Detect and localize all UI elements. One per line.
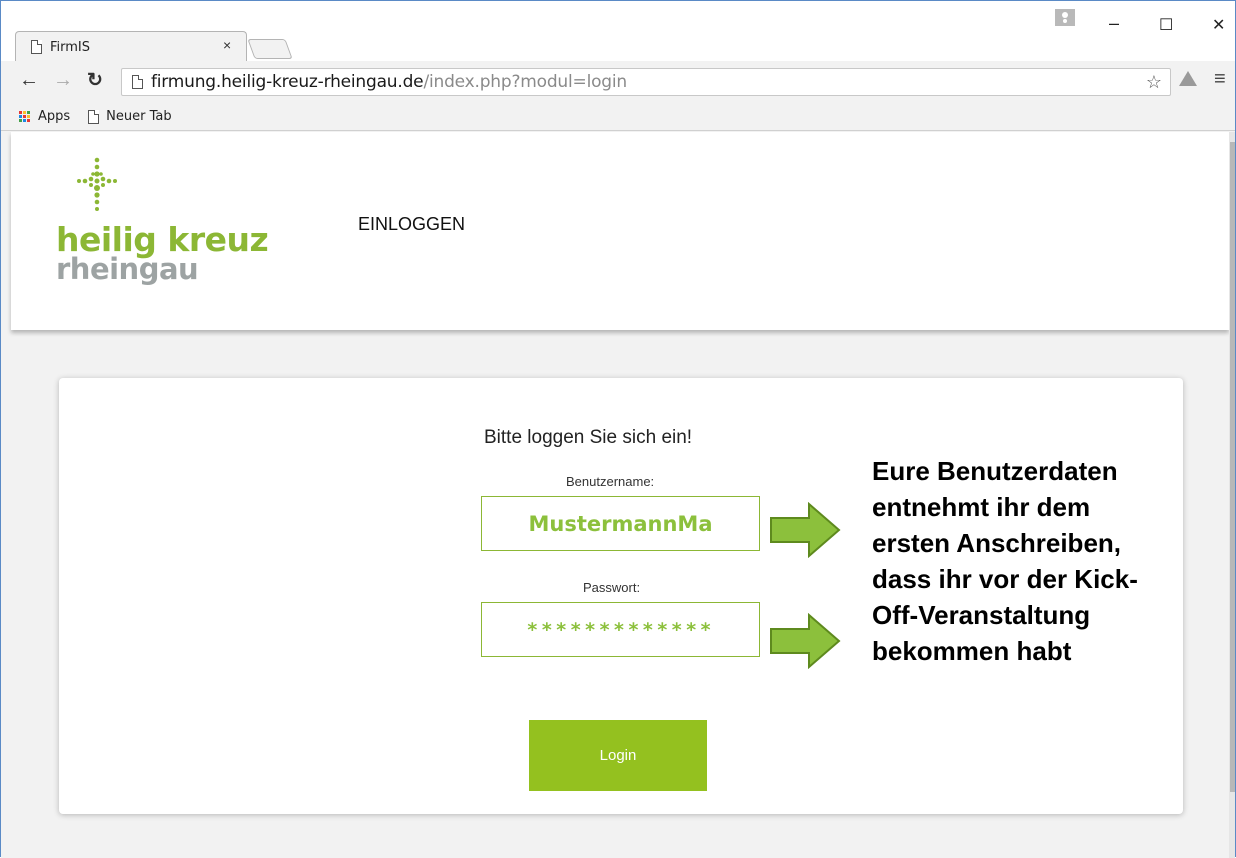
page-icon [31,40,42,54]
apps-grid-icon[interactable] [19,110,31,123]
login-button[interactable]: Login [529,720,707,791]
bookmarks-bar: Apps Neuer Tab [1,103,1235,131]
menu-icon[interactable]: ≡ [1214,68,1226,91]
url-text: firmung.heilig-kreuz-rheingau.de/index.p… [151,72,627,92]
password-label: Passwort: [583,580,641,595]
close-window-button[interactable]: ✕ [1212,15,1225,35]
bookmark-star-icon[interactable]: ☆ [1146,72,1162,93]
page-icon [88,109,100,124]
tab-content: FirmIS [17,36,247,58]
apps-grid-dot [23,114,26,118]
tab-title: FirmIS [50,39,91,55]
apps-grid-dot [27,110,30,114]
apps-grid-dot [23,110,26,114]
reload-icon[interactable]: ↻ [87,69,103,92]
apps-grid-dot [27,114,30,118]
apps-grid-dot [19,110,22,114]
scrollbar-thumb[interactable] [1230,142,1235,792]
tab-strip: FirmIS × – ☐ ✕ [1,1,1235,61]
bookmark-neuer-tab[interactable]: Neuer Tab [106,109,171,124]
profile-icon[interactable] [1055,9,1075,26]
browser-toolbar: ← → ↻ firmung.heilig-kreuz-rheingau.de/i… [1,61,1235,103]
cross-logo-icon [77,157,117,211]
address-bar[interactable]: firmung.heilig-kreuz-rheingau.de/index.p… [121,68,1171,96]
username-label: Benutzername: [566,474,655,489]
nav-item-einloggen[interactable]: EINLOGGEN [358,214,465,235]
password-field[interactable]: ************* [481,602,760,657]
minimize-button[interactable]: – [1109,13,1119,34]
site-header: heilig kreuz rheingau EINLOGGEN [11,132,1229,330]
logo-text-line2: rheingau [56,252,199,286]
password-value: ************* [526,618,715,641]
new-tab-button[interactable] [247,39,293,59]
annotation-callout: Eure Benutzerdaten entnehmt ihr dem erst… [872,456,1138,666]
back-icon[interactable]: ← [19,69,39,92]
login-heading: Bitte loggen Sie sich ein! [484,427,693,448]
apps-grid-dot [27,119,30,123]
apps-grid-dot [23,119,26,123]
url-path: /index.php?modul=login [423,72,627,92]
url-host: firmung.heilig-kreuz-rheingau.de [151,72,424,92]
apps-grid-dot [19,119,22,123]
site-logo[interactable]: heilig kreuz rheingau [53,152,269,302]
close-tab-icon[interactable]: × [223,37,231,53]
username-field[interactable]: MustermannMa [481,496,760,551]
arrow-right-icon [770,502,841,558]
maximize-button[interactable]: ☐ [1159,15,1173,35]
page-viewport: heilig kreuz rheingau EINLOGGEN Bitte lo… [1,132,1235,858]
bookmark-apps[interactable]: Apps [38,109,70,124]
apps-grid-dot [19,114,22,118]
arrow-right-icon [770,613,841,669]
drive-extension-icon[interactable] [1179,71,1197,86]
username-value: MustermannMa [528,511,713,536]
browser-window: FirmIS × – ☐ ✕ ← → ↻ firmung.heilig-kreu… [0,0,1236,858]
page-icon [132,75,143,89]
forward-icon[interactable]: → [53,69,73,92]
